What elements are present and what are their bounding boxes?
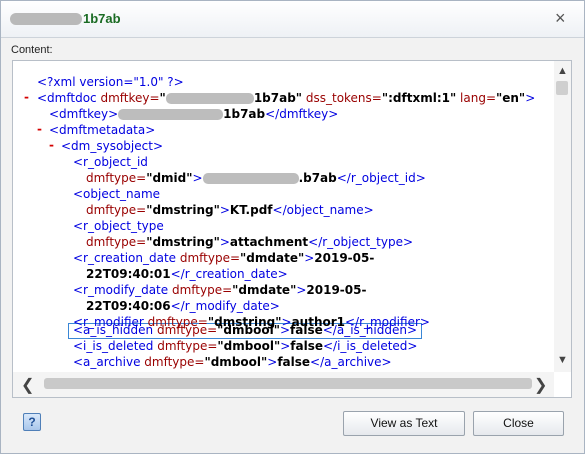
redacted-object-id	[202, 173, 299, 184]
r-object-id-value-line: dmftype="dmid"> .b7ab</r_object_id>	[86, 171, 426, 185]
vertical-scroll-thumb[interactable]	[556, 81, 568, 95]
scroll-up-icon[interactable]: ▲	[557, 65, 568, 77]
horizontal-scroll-thumb[interactable]	[44, 378, 532, 389]
i-is-deleted-line: <i_is_deleted dmftype="dmbool">false</i_…	[73, 339, 418, 353]
xml-declaration: <?xml version="1.0" ?>	[37, 75, 184, 89]
r-object-id-tag: <r_object_id	[73, 155, 148, 169]
dm-sysobject-open-tag: <dm_sysobject>	[61, 139, 163, 153]
r-modify-date-line: <r_modify_date dmftype="dmdate">2019-05-	[73, 283, 367, 297]
dmftkey-element: <dmftkey> 1b7ab</dmftkey>	[49, 107, 339, 121]
close-button[interactable]: Close	[473, 411, 564, 436]
dmftmetadata-open-tag: <dmftmetadata>	[49, 123, 156, 137]
r-creation-date-value-line: 22T09:40:01</r_creation_date>	[86, 267, 288, 281]
vertical-scrollbar[interactable]: ▲ ▼	[554, 61, 571, 372]
scroll-left-icon[interactable]: ❮	[21, 375, 34, 395]
r-object-type-tag: <r_object_type	[73, 219, 164, 233]
collapse-toggle[interactable]: -	[37, 122, 42, 136]
xml-content-panel[interactable]: <?xml version="1.0" ?> - <dmftdoc dmftke…	[12, 60, 572, 398]
a-archive-line: <a_archive dmftype="dmbool">false</a_arc…	[73, 355, 392, 369]
horizontal-scrollbar[interactable]: ❮ ❯	[13, 372, 554, 397]
content-label: Content:	[11, 44, 53, 56]
view-content-dialog: 1b7ab × Content: <?xml version="1.0" ?> …	[0, 0, 585, 454]
redacted-key	[118, 109, 224, 120]
redacted-title	[10, 13, 82, 25]
xml-tree: <?xml version="1.0" ?> - <dmftdoc dmftke…	[13, 61, 554, 372]
a-is-hidden-line[interactable]: <a_is_hidden dmftype="dmbool">false</a_i…	[73, 322, 417, 338]
object-name-value-line: dmftype="dmstring">KT.pdf</object_name>	[86, 203, 374, 217]
scroll-down-icon[interactable]: ▼	[557, 354, 568, 366]
object-name-tag: <object_name	[73, 187, 161, 201]
close-icon[interactable]: ×	[555, 9, 566, 27]
view-as-text-button[interactable]: View as Text	[343, 411, 465, 436]
redacted-key	[165, 93, 254, 104]
r-creation-date-line: <r_creation_date dmftype="dmdate">2019-0…	[73, 251, 375, 265]
dialog-titlebar: 1b7ab ×	[1, 1, 584, 38]
scroll-right-icon[interactable]: ❯	[534, 375, 547, 395]
r-object-type-value-line: dmftype="dmstring">attachment</r_object_…	[86, 235, 414, 249]
dialog-title: 1b7ab	[83, 11, 121, 26]
r-modify-date-value-line: 22T09:40:06</r_modify_date>	[86, 299, 280, 313]
help-icon[interactable]: ?	[23, 413, 41, 431]
collapse-toggle[interactable]: -	[24, 90, 29, 104]
dmftdoc-open-tag: <dmftdoc dmftkey=" 1b7ab" dss_tokens=":df…	[37, 91, 536, 105]
collapse-toggle[interactable]: -	[49, 138, 54, 152]
